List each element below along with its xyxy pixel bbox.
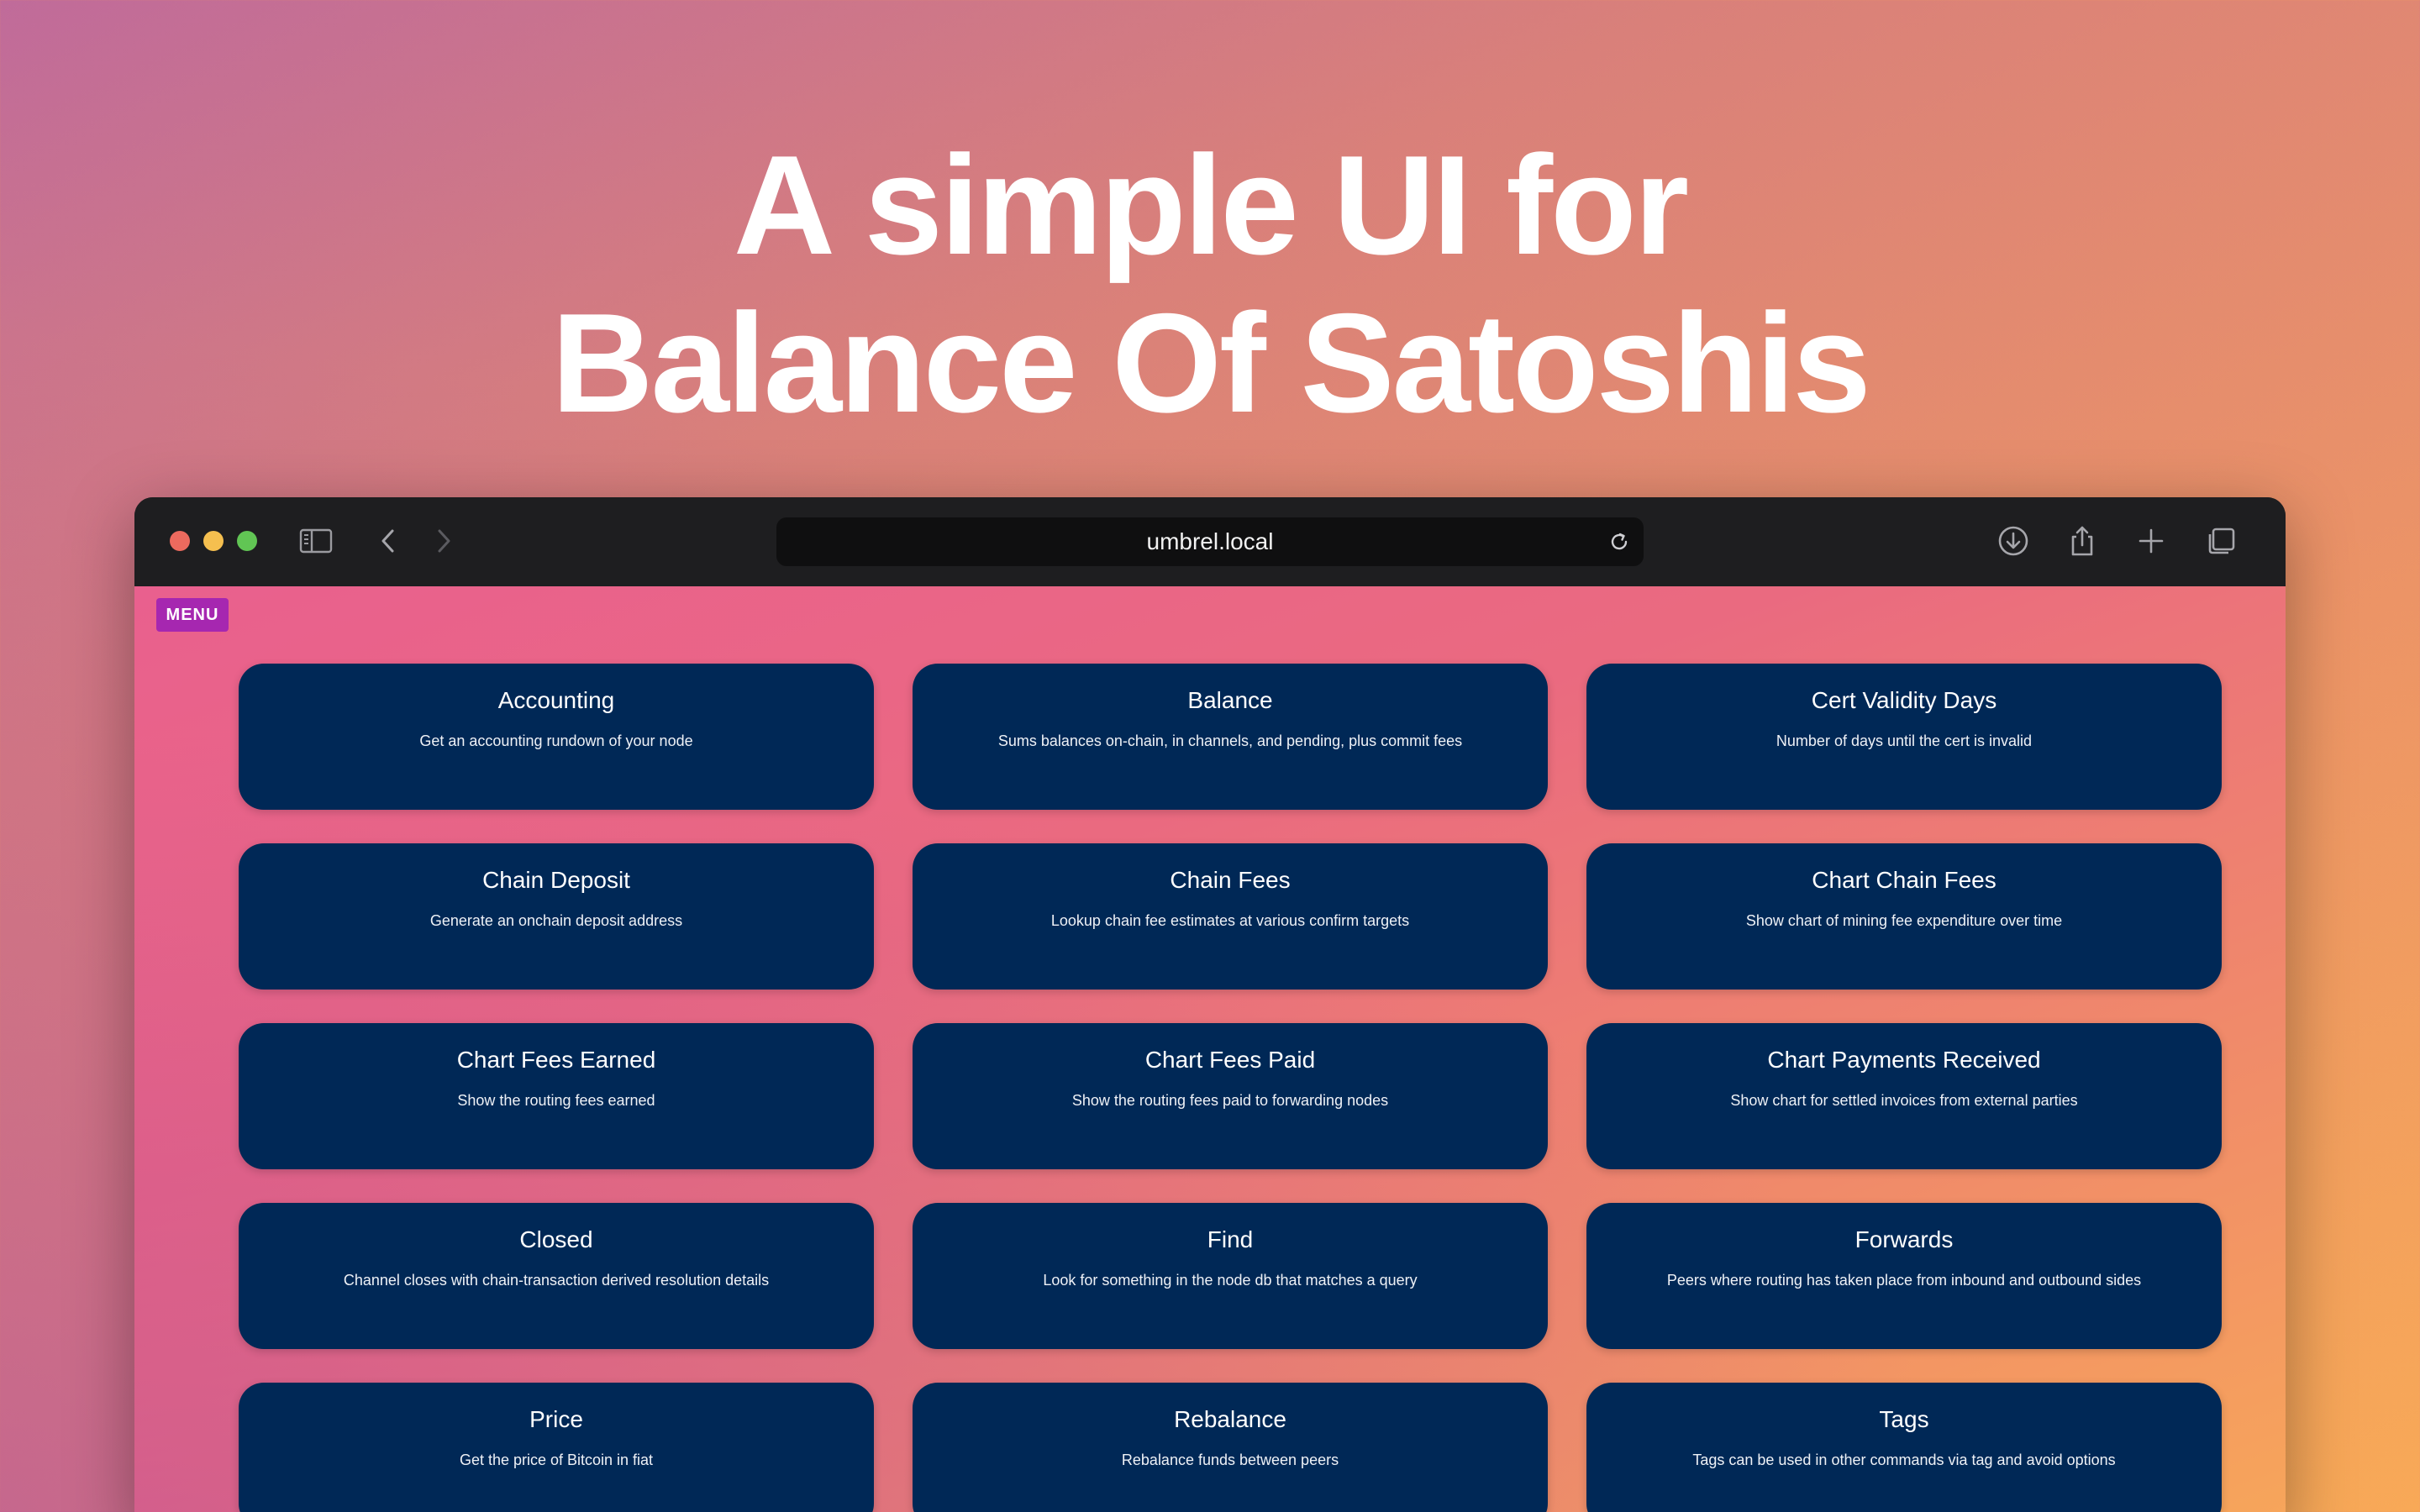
chevron-right-icon[interactable] — [425, 522, 462, 559]
command-card-forwards[interactable]: Forwards Peers where routing has taken p… — [1586, 1203, 2222, 1349]
maximize-window-button[interactable] — [237, 531, 257, 551]
command-card-chart-chain-fees[interactable]: Chart Chain Fees Show chart of mining fe… — [1586, 843, 2222, 990]
command-card-chain-fees[interactable]: Chain Fees Lookup chain fee estimates at… — [913, 843, 1548, 990]
command-card-accounting[interactable]: Accounting Get an accounting rundown of … — [239, 664, 874, 810]
command-card-tags[interactable]: Tags Tags can be used in other commands … — [1586, 1383, 2222, 1512]
plus-icon[interactable] — [2133, 522, 2170, 559]
url-text: umbrel.local — [1146, 528, 1274, 554]
card-title: Chart Fees Paid — [1144, 1047, 1316, 1073]
share-icon[interactable] — [2064, 522, 2101, 559]
command-card-balance[interactable]: Balance Sums balances on-chain, in chann… — [913, 664, 1548, 810]
command-card-chart-payments-received[interactable]: Chart Payments Received Show chart for s… — [1586, 1023, 2222, 1169]
card-description: Generate an onchain deposit address — [429, 912, 683, 929]
card-title: Price — [529, 1406, 583, 1432]
card-description: Channel closes with chain-transaction de… — [343, 1272, 770, 1289]
command-card-rebalance[interactable]: Rebalance Rebalance funds between peers — [913, 1383, 1548, 1512]
download-icon[interactable] — [1995, 522, 2032, 559]
card-title: Chart Chain Fees — [1812, 867, 1996, 893]
card-title: Rebalance — [1174, 1406, 1286, 1432]
command-grid: Accounting Get an accounting rundown of … — [239, 664, 2222, 1512]
card-title: Accounting — [497, 687, 615, 713]
command-card-closed[interactable]: Closed Channel closes with chain-transac… — [239, 1203, 874, 1349]
command-card-chain-deposit[interactable]: Chain Deposit Generate an onchain deposi… — [239, 843, 874, 990]
card-description: Show chart of mining fee expenditure ove… — [1745, 912, 2063, 929]
browser-toolbar: umbrel.local — [134, 497, 2286, 586]
card-title: Forwards — [1854, 1226, 1954, 1252]
card-description: Peers where routing has taken place from… — [1666, 1272, 2142, 1289]
card-title: Find — [1207, 1226, 1254, 1252]
card-title: Closed — [519, 1226, 593, 1252]
card-description: Lookup chain fee estimates at various co… — [1050, 912, 1410, 929]
card-description: Tags can be used in other commands via t… — [1692, 1452, 2116, 1468]
command-card-cert-validity-days[interactable]: Cert Validity Days Number of days until … — [1586, 664, 2222, 810]
app-content: MENU Accounting Get an accounting rundow… — [134, 586, 2286, 1512]
card-title: Cert Validity Days — [1811, 687, 1997, 713]
card-description: Number of days until the cert is invalid — [1776, 732, 2033, 749]
command-card-chart-fees-earned[interactable]: Chart Fees Earned Show the routing fees … — [239, 1023, 874, 1169]
card-title: Chart Payments Received — [1767, 1047, 2041, 1073]
tabs-overview-icon[interactable] — [2202, 522, 2238, 559]
card-title: Balance — [1187, 687, 1273, 713]
address-bar[interactable]: umbrel.local — [776, 517, 1644, 566]
headline-line-2: Balance Of Satoshis — [551, 284, 1871, 442]
command-card-chart-fees-paid[interactable]: Chart Fees Paid Show the routing fees pa… — [913, 1023, 1548, 1169]
card-title: Chart Fees Earned — [456, 1047, 656, 1073]
hero-headline: A simple UI for Balance Of Satoshis — [0, 126, 2420, 442]
card-description: Show chart for settled invoices from ext… — [1730, 1092, 2078, 1109]
close-window-button[interactable] — [170, 531, 190, 551]
reload-icon[interactable] — [1603, 526, 1635, 558]
chevron-left-icon[interactable] — [370, 522, 407, 559]
browser-window: umbrel.local MENU Accounting Get an acco… — [134, 497, 2286, 1512]
menu-button[interactable]: MENU — [156, 598, 229, 632]
command-card-find[interactable]: Find Look for something in the node db t… — [913, 1203, 1548, 1349]
card-description: Sums balances on-chain, in channels, and… — [997, 732, 1463, 749]
card-description: Get an accounting rundown of your node — [419, 732, 693, 749]
minimize-window-button[interactable] — [203, 531, 224, 551]
card-description: Rebalance funds between peers — [1121, 1452, 1339, 1468]
card-title: Tags — [1879, 1406, 1929, 1432]
headline-line-1: A simple UI for — [733, 126, 1689, 284]
card-description: Show the routing fees paid to forwarding… — [1071, 1092, 1389, 1109]
card-description: Get the price of Bitcoin in fiat — [459, 1452, 654, 1468]
sidebar-icon[interactable] — [297, 522, 334, 559]
card-title: Chain Deposit — [482, 867, 630, 893]
card-title: Chain Fees — [1170, 867, 1291, 893]
command-card-price[interactable]: Price Get the price of Bitcoin in fiat — [239, 1383, 874, 1512]
card-description: Show the routing fees earned — [457, 1092, 655, 1109]
card-description: Look for something in the node db that m… — [1043, 1272, 1418, 1289]
